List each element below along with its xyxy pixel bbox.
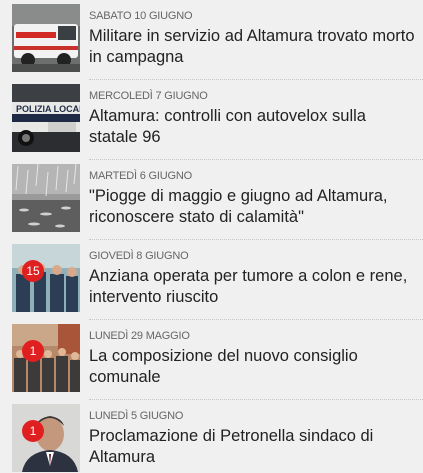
surgeons-image [12, 244, 80, 312]
rain-photo[interactable] [12, 164, 80, 232]
police-car-image: POLIZIA LOCALE [12, 84, 80, 152]
news-item-text: SABATO 10 GIUGNO Militare in servizio ad… [89, 0, 419, 68]
news-title[interactable]: Militare in servizio ad Altamura trovato… [89, 26, 419, 68]
comment-count-badge: 15 [22, 260, 44, 282]
comment-count-badge: 1 [22, 420, 44, 442]
comment-count-badge: 1 [22, 340, 44, 362]
news-date: SABATO 10 GIUGNO [89, 10, 193, 22]
news-date: LUNEDÌ 29 MAGGIO [89, 330, 190, 342]
news-date: MERCOLEDÌ 7 GIUGNO [89, 90, 208, 102]
news-list: SABATO 10 GIUGNO Militare in servizio ad… [0, 0, 423, 473]
news-date: GIOVEDÌ 8 GIUGNO [89, 250, 189, 262]
rain-image [12, 164, 80, 232]
news-date: LUNEDÌ 5 GIUGNO [89, 410, 184, 422]
news-item-text: MERCOLEDÌ 7 GIUGNO Altamura: controlli c… [89, 80, 419, 148]
news-title[interactable]: "Piogge di maggio e giugno ad Altamura, … [89, 186, 419, 228]
news-item-text: GIOVEDÌ 8 GIUGNO Anziana operata per tum… [89, 240, 419, 308]
news-item[interactable]: 1 LUNEDÌ 5 GIUGNO Proclamazione di Petro… [0, 400, 423, 473]
portrait-image [12, 404, 80, 472]
news-title[interactable]: Altamura: controlli con autovelox sulla … [89, 106, 419, 148]
news-item[interactable]: SABATO 10 GIUGNO Militare in servizio ad… [0, 0, 423, 80]
news-item-text: LUNEDÌ 5 GIUGNO Proclamazione di Petrone… [89, 400, 419, 468]
news-item-text: LUNEDÌ 29 MAGGIO La composizione del nuo… [89, 320, 419, 388]
crowd-image [12, 324, 80, 392]
portrait-photo[interactable]: 1 [12, 404, 80, 472]
news-date: MARTEDÌ 6 GIUGNO [89, 170, 192, 182]
news-item-text: MARTEDÌ 6 GIUGNO "Piogge di maggio e giu… [89, 160, 419, 228]
news-item[interactable]: 1 LUNEDÌ 29 MAGGIO La composizione del n… [0, 320, 423, 400]
surgeons-photo[interactable]: 15 [12, 244, 80, 312]
news-title[interactable]: Anziana operata per tumore a colon e ren… [89, 266, 419, 308]
ambulance-photo[interactable] [12, 4, 80, 72]
news-item[interactable]: MARTEDÌ 6 GIUGNO "Piogge di maggio e giu… [0, 160, 423, 240]
news-item[interactable]: 15 GIOVEDÌ 8 GIUGNO Anziana operata per … [0, 240, 423, 320]
police-car-photo[interactable]: POLIZIA LOCALE [12, 84, 80, 152]
crowd-photo[interactable]: 1 [12, 324, 80, 392]
svg-text:POLIZIA LOCALE: POLIZIA LOCALE [16, 104, 80, 114]
ambulance-image [12, 4, 80, 72]
news-title[interactable]: Proclamazione di Petronella sindaco di A… [89, 426, 419, 468]
news-item[interactable]: POLIZIA LOCALE MERCOLEDÌ 7 GIUGNO Altamu… [0, 80, 423, 160]
news-title[interactable]: La composizione del nuovo consiglio comu… [89, 346, 419, 388]
